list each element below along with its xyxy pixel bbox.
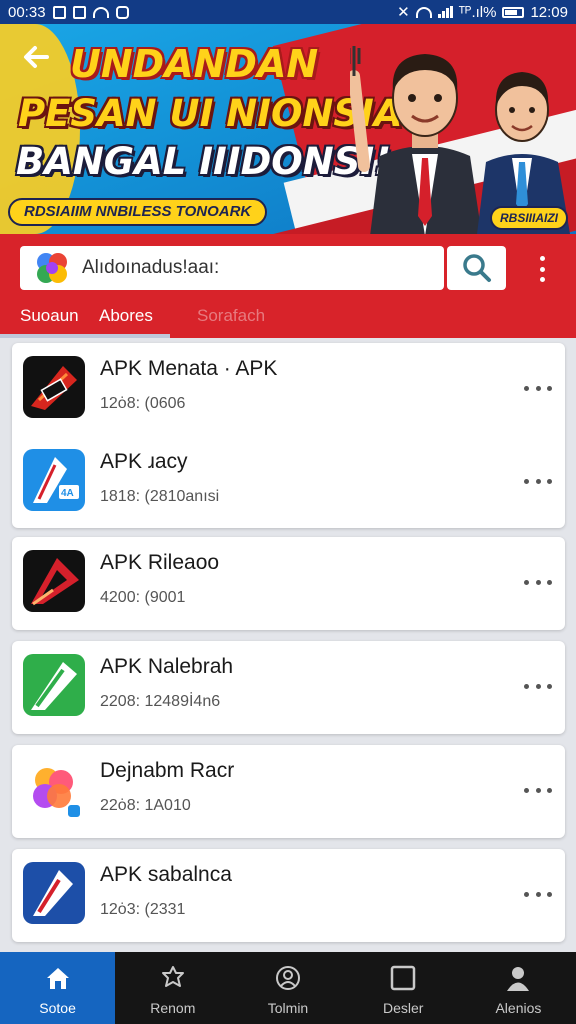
- more-options-icon[interactable]: [524, 679, 552, 693]
- nav-label: Renom: [150, 1000, 196, 1016]
- image-notification-icon: [72, 5, 86, 19]
- nav-label: Desler: [382, 1000, 424, 1016]
- tab-bar: Suoaun Abores Sorafach: [0, 300, 576, 338]
- list-item[interactable]: Dejnabm Racr 22ȯ8: 1A010: [12, 745, 565, 835]
- nav-item-sotoe[interactable]: Sotoe: [0, 952, 116, 1024]
- app-meta: 12ȯ3: (2331: [100, 901, 186, 918]
- tab-abores[interactable]: Abores: [99, 306, 153, 326]
- blue-a-app-icon: 4A: [23, 449, 85, 511]
- app-title: APK Rileaoo: [100, 551, 220, 574]
- banner-headline-2: PESAN UI NIONSIA: [18, 92, 403, 135]
- app-card: APK sabalnca 12ȯ3: (2331: [12, 849, 565, 942]
- app-card: Dejnabm Racr 22ȯ8: 1A010: [12, 745, 565, 838]
- list-item[interactable]: APK Nalebrah 2208: 12489İ4n6: [12, 641, 565, 731]
- tab-suoaun[interactable]: Suoaun: [20, 306, 79, 326]
- more-options-icon[interactable]: [524, 783, 552, 797]
- app-notification-icon: [115, 5, 129, 19]
- nav-label: Sotoe: [39, 1000, 76, 1016]
- gradient-flower-app-icon: [23, 758, 85, 820]
- colorful-logo-icon: [37, 253, 67, 283]
- search-text: Alıdoınadus!aaı:: [82, 257, 220, 278]
- wifi-signal-icon: [415, 6, 432, 18]
- square-icon: [390, 965, 416, 991]
- banner-badge-left: RDSIAIIM NNBILESS TONOARK: [8, 198, 268, 226]
- search-input[interactable]: Alıdoınadus!aaı:: [20, 246, 444, 290]
- nav-item-alenios[interactable]: Alenios: [461, 952, 576, 1024]
- app-title: APK ɹacy: [100, 450, 188, 473]
- app-meta: 2208: 12489İ4n6: [100, 693, 221, 710]
- status-time: 00:33: [8, 3, 46, 21]
- nav-item-desler[interactable]: Desler: [346, 952, 461, 1024]
- status-clock: 12:09: [530, 3, 568, 21]
- app-meta: 22ȯ8: 1A010: [100, 797, 191, 814]
- app-meta: 1818: (2810anısi: [100, 488, 220, 505]
- back-button[interactable]: [16, 42, 56, 82]
- banner-headline-1: UNDANDAN: [70, 42, 319, 86]
- notification-icon: [52, 5, 66, 19]
- home-icon: [46, 968, 69, 989]
- more-options-icon[interactable]: [524, 381, 552, 395]
- list-item[interactable]: APK sabalnca 12ȯ3: (2331: [12, 849, 565, 939]
- more-options-icon[interactable]: [524, 575, 552, 589]
- search-button[interactable]: [447, 246, 506, 290]
- arrow-left-icon: [24, 46, 49, 68]
- signal-text: ᵀᴾ.ıl%: [458, 3, 497, 21]
- red-arrow-app-icon: [23, 356, 85, 418]
- list-item[interactable]: APK Menata · APK 12ȯ8: (0606: [12, 343, 565, 433]
- app-card: APK Nalebrah 2208: 12489İ4n6: [12, 641, 565, 734]
- app-title: APK Menata · APK: [100, 357, 278, 380]
- battery-icon: [502, 6, 525, 18]
- svg-text:4A: 4A: [61, 488, 74, 499]
- badge-icon: [161, 966, 184, 987]
- nav-label: Alenios: [495, 1000, 542, 1016]
- app-title: APK Nalebrah: [100, 655, 234, 678]
- bottom-navigation: Sotoe Renom Tolmin Desler Alenios: [0, 952, 576, 1024]
- vibrate-icon: ✕: [397, 4, 410, 21]
- app-meta: 12ȯ8: (0606: [100, 395, 186, 412]
- banner-headline-3: BANGAL IIIDONSI!: [16, 140, 391, 183]
- more-options-icon[interactable]: [524, 887, 552, 901]
- cell-signal-icon: [437, 6, 453, 18]
- red-black-app-icon: [23, 550, 85, 612]
- search-header: Alıdoınadus!aaı: Suoaun Abores Sorafach: [0, 234, 576, 338]
- nav-item-tolmin[interactable]: Tolmin: [230, 952, 345, 1024]
- profile-icon: [276, 966, 300, 990]
- nav-item-renom[interactable]: Renom: [115, 952, 230, 1024]
- app-meta: 4200: (9001: [100, 589, 186, 606]
- app-card-group: APK Menata · APK 12ȯ8: (0606 4A APK ɹacy…: [12, 343, 565, 528]
- tab-sorafach[interactable]: Sorafach: [197, 306, 265, 326]
- person-icon: [507, 967, 530, 991]
- banner-badge-right: RBSIIIAIZI: [489, 206, 568, 230]
- search-icon: [462, 254, 491, 282]
- app-card: APK Rileaoo 4200: (9001: [12, 537, 565, 630]
- nav-label: Tolmin: [267, 1000, 309, 1016]
- app-title: APK sabalnca: [100, 863, 232, 886]
- tab-indicator: [0, 334, 170, 338]
- list-item[interactable]: 4A APK ɹacy 1818: (2810anısi: [12, 436, 565, 526]
- kebab-menu-icon[interactable]: [532, 252, 552, 286]
- navy-a-app-icon: [23, 862, 85, 924]
- app-title: Dejnabm Racr: [100, 759, 235, 782]
- hero-banner: UNDANDAN PESAN UI NIONSIA BANGAL IIIDONS…: [0, 24, 576, 234]
- wifi-icon: [92, 6, 109, 18]
- green-arrow-app-icon: [23, 654, 85, 716]
- list-item[interactable]: APK Rileaoo 4200: (9001: [12, 537, 565, 627]
- status-bar: 00:33 ✕ ᵀᴾ.ıl% 12:09: [0, 0, 576, 24]
- more-options-icon[interactable]: [524, 474, 552, 488]
